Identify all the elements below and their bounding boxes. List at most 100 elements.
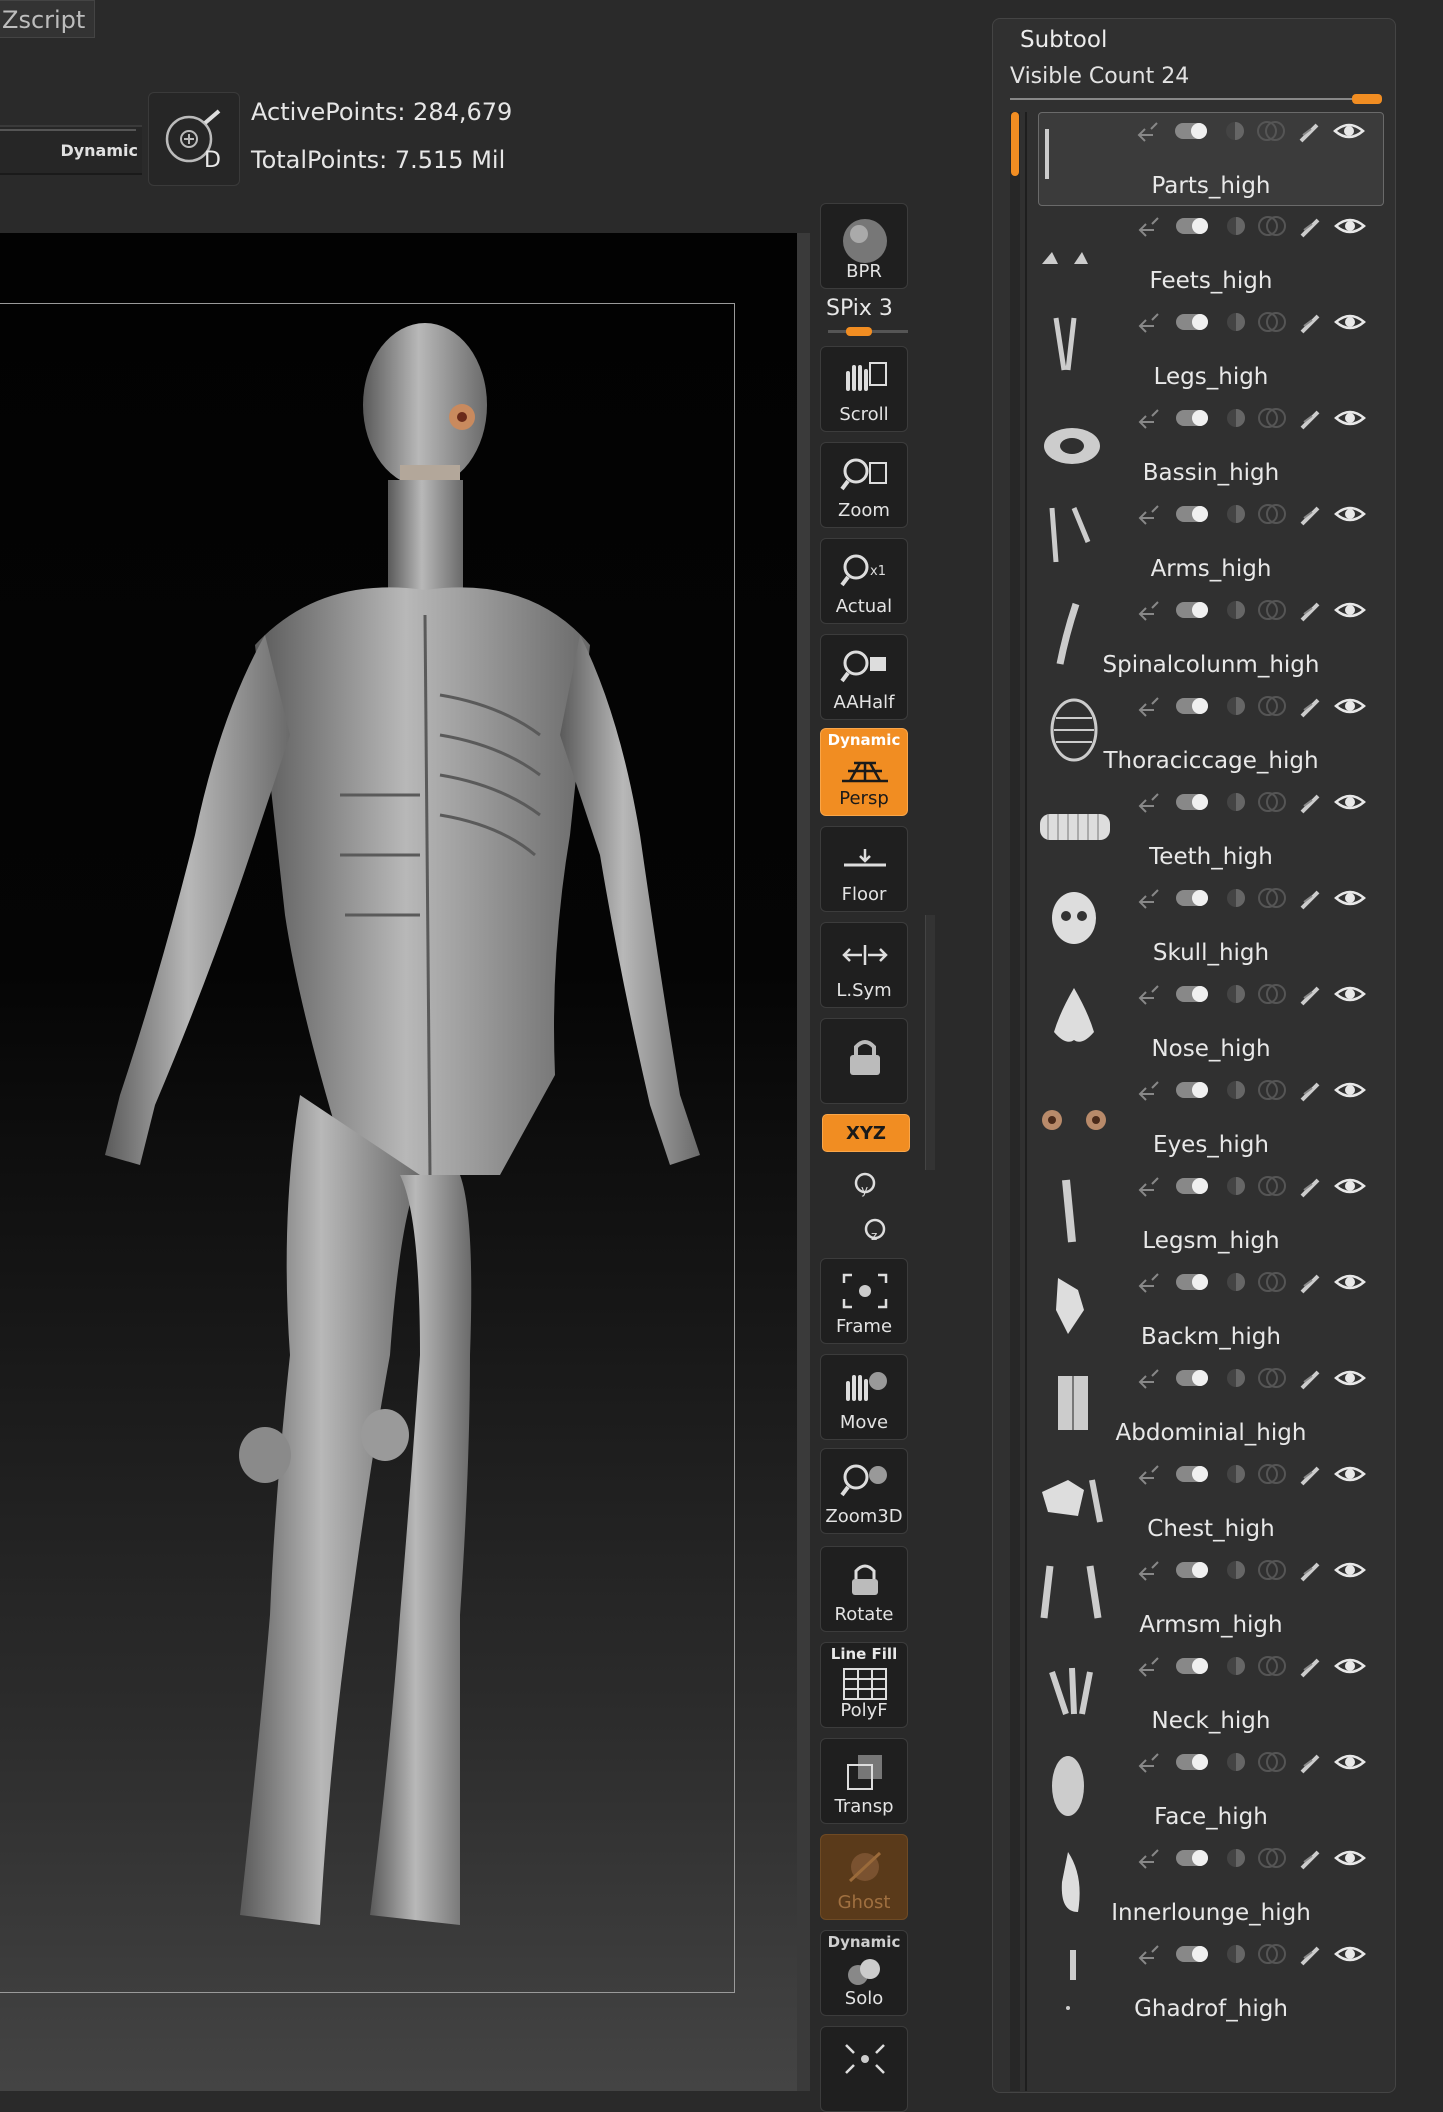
subtool-controls [1138,696,1366,718]
subtool-item-name: Feets_high [1149,268,1273,294]
subtool-controls [1138,408,1366,430]
subtool-item[interactable]: Backm_high [1038,1264,1384,1358]
subtool-item-name: Chest_high [1147,1516,1275,1542]
shelf-gripper[interactable] [925,915,935,1170]
arrow-icon [1137,122,1158,142]
subtool-controls [1138,1272,1366,1294]
arrow-icon [1138,217,1159,237]
subtool-item[interactable]: Chest_high [1038,1456,1384,1550]
subtool-controls [1138,984,1366,1006]
dynamic-label: Dynamic [60,141,138,160]
svg-text:D: D [204,148,221,173]
brush-icon [1300,890,1320,910]
subtool-item[interactable]: Skull_high [1038,880,1384,974]
arrow-icon [1138,1177,1159,1197]
subtool-item-name: Parts_high [1151,173,1271,199]
subtool-controls [1138,312,1366,334]
svg-text:z: z [871,1229,877,1243]
visible-count-slider[interactable] [1010,98,1380,100]
subtool-title[interactable]: Subtool [1020,27,1107,53]
subtool-item[interactable]: Thoraciccage_high [1038,688,1384,782]
brush-icon [1300,1562,1320,1582]
subtool-item-name: Face_high [1154,1804,1268,1830]
bpr-sphere-icon [843,219,887,263]
dynamic-slider[interactable]: Dynamic [0,125,142,175]
z-rotate-icon[interactable]: z [860,1214,890,1244]
subtool-item[interactable]: Bassin_high [1038,400,1384,494]
subtool-item-name: Backm_high [1141,1324,1281,1350]
subtool-item[interactable]: Armsm_high [1038,1552,1384,1646]
brush-icon [1300,218,1320,238]
subtool-item[interactable]: Legsm_high [1038,1168,1384,1262]
spix-label: SPix 3 [826,296,893,321]
arrow-icon [1138,1273,1159,1293]
subtool-item[interactable]: Legs_high [1038,304,1384,398]
subtool-item[interactable]: Neck_high [1038,1648,1384,1742]
brush-icon [1300,698,1320,718]
bpr-button[interactable]: BPR [820,203,908,289]
subtool-controls [1138,600,1366,622]
arrow-icon [1138,697,1159,717]
subtool-controls [1137,121,1365,143]
subtool-controls [1138,1560,1366,1582]
subtool-item[interactable]: Spinalcolunm_high [1038,592,1384,686]
brush-icon [1300,1850,1320,1870]
subtool-controls [1138,1464,1366,1486]
subtool-list-scrollbar[interactable] [1010,112,1020,2091]
active-points: ActivePoints: 284,679 [251,98,513,126]
subtool-item[interactable]: Teeth_high [1038,784,1384,878]
subtool-item-name: Nose_high [1151,1036,1271,1062]
arrow-icon [1138,1753,1159,1773]
subtool-item[interactable]: Arms_high [1038,496,1384,590]
subtool-item[interactable]: Parts_high [1038,112,1384,206]
brush-icon [1300,794,1320,814]
arrow-icon [1138,313,1159,333]
visible-count-value: 24 [1161,64,1190,89]
subtool-item-name: Arms_high [1150,556,1272,582]
anatomy-figure-model [105,323,700,1925]
draw-pointer-button[interactable]: D [148,92,240,186]
subtool-controls [1138,1080,1366,1102]
subtool-item-name: Innerlounge_high [1111,1900,1311,1926]
visible-count-slider-knob[interactable] [1352,94,1382,104]
menu-zscript[interactable]: Zscript [0,0,95,38]
arrow-icon [1138,601,1159,621]
subtool-list-scroll-knob[interactable] [1011,112,1019,176]
subtool-controls [1138,216,1366,238]
brush-icon [1300,1946,1320,1966]
subtool-item[interactable]: Nose_high [1038,976,1384,1070]
subtool-item[interactable]: Face_high [1038,1744,1384,1838]
subtool-controls [1138,1848,1366,1870]
brush-icon [1300,986,1320,1006]
subtool-controls [1138,792,1366,814]
subtool-item-name: Legsm_high [1142,1228,1280,1254]
visible-count-label: Visible Count [1010,64,1155,89]
arrow-icon [1138,889,1159,909]
svg-text:y: y [861,1183,868,1197]
subtool-item[interactable]: Innerlounge_high [1038,1840,1384,1934]
arrow-icon [1138,505,1159,525]
subtool-item-name: Bassin_high [1142,460,1280,486]
arrow-icon [1138,1849,1159,1869]
subtool-item-name: Legs_high [1153,364,1269,390]
arrow-icon [1138,793,1159,813]
visible-count[interactable]: Visible Count 24 [1010,64,1189,89]
arrow-icon [1138,409,1159,429]
subtool-item[interactable]: Abdominial_high [1038,1360,1384,1454]
subtool-controls [1138,1752,1366,1774]
subtool-controls [1138,1656,1366,1678]
canvas-scrollbar[interactable] [797,233,810,2091]
subtool-list-divider [1025,112,1027,2091]
subtool-item[interactable]: Ghadrof_high [1038,1936,1384,2030]
subtool-item-name: Skull_high [1152,940,1270,966]
total-points: TotalPoints: 7.515 Mil [251,146,506,174]
y-rotate-icon[interactable]: y [850,1168,880,1198]
spix-slider-knob[interactable] [846,327,872,336]
subtool-item[interactable]: Feets_high [1038,208,1384,302]
xyz-rotate-button[interactable]: XYZ [822,1114,910,1152]
subtool-controls [1138,504,1366,526]
subtool-item-name: Ghadrof_high [1134,1996,1288,2022]
subtool-item-name: Abdominial_high [1115,1420,1307,1446]
subtool-item[interactable]: Eyes_high [1038,1072,1384,1166]
subtool-item-name: Spinalcolunm_high [1102,652,1320,678]
